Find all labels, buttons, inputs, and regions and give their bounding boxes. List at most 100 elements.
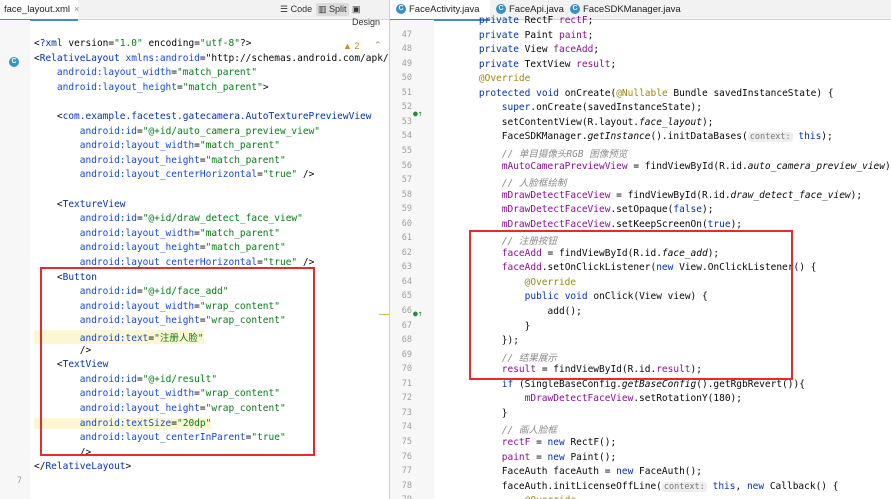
- line-number: 52: [401, 102, 412, 113]
- code-view-label: Code: [290, 4, 313, 14]
- code-view-button[interactable]: ☰ Code: [278, 3, 314, 16]
- line-number: 74: [401, 422, 412, 433]
- xml-code-line[interactable]: </RelativeLayout>: [34, 461, 131, 472]
- java-editor-pane: C FaceActivity.java C FaceApi.java C FaceSD…: [390, 0, 891, 499]
- java-code-line[interactable]: mAutoCameraPreviewView = findViewById(R.…: [456, 161, 891, 172]
- xml-code-line[interactable]: android:layout_height="match_parent": [34, 242, 286, 253]
- line-number: 70: [401, 364, 412, 375]
- xml-code-line[interactable]: android:layout_width="match_parent": [34, 228, 280, 239]
- scroll-marker: [379, 314, 389, 315]
- line-number: 66: [401, 306, 412, 316]
- java-code-line[interactable]: // 单目摄像头RGB 图像预览: [456, 146, 628, 160]
- xml-editor-tabbar: face_layout.xml × ☰ Code ▥ Split ▣ Design: [0, 0, 389, 27]
- xml-line-gutter: C 7: [0, 20, 30, 499]
- xml-code-line[interactable]: <RelativeLayout xmlns:android="http://sc…: [34, 53, 389, 64]
- design-view-icon: ▣: [352, 4, 361, 14]
- line-number: 71: [401, 378, 412, 389]
- java-code-line[interactable]: rectF = new RectF();: [456, 437, 616, 448]
- java-code-line[interactable]: private RectF rectF;: [456, 15, 593, 26]
- line-number: 72: [401, 393, 412, 404]
- tab-label: FaceApi.java: [509, 4, 564, 15]
- tab-label: face_layout.xml: [4, 4, 71, 15]
- line-number: 69: [401, 349, 412, 360]
- java-class-icon: C: [570, 4, 580, 15]
- xml-code-line[interactable]: android:layout_width="match_parent": [34, 67, 257, 78]
- line-number: 59: [401, 204, 412, 215]
- xml-code-line[interactable]: <?xml version="1.0" encoding="utf-8"?>: [34, 38, 251, 49]
- override-gutter-icon[interactable]: ●↑: [413, 109, 423, 118]
- highlight-box-button-textview: [40, 267, 315, 456]
- line-number: 73: [401, 407, 412, 418]
- java-code-line[interactable]: @Override: [456, 73, 530, 84]
- java-class-icon: C: [496, 4, 506, 15]
- java-code-line[interactable]: FaceSDKManager.getInstance().initDataBas…: [456, 131, 833, 143]
- split-view-button[interactable]: ▥ Split: [316, 3, 349, 16]
- java-code-line[interactable]: mDrawDetectFaceView.setRotationY(180);: [456, 393, 742, 404]
- line-number: 76: [401, 451, 412, 462]
- class-marker-icon[interactable]: C: [9, 57, 19, 67]
- close-icon[interactable]: ×: [74, 4, 79, 14]
- java-code-line[interactable]: mDrawDetectFaceView.setOpaque(false);: [456, 204, 714, 215]
- xml-code-line[interactable]: <TextureView: [34, 199, 126, 210]
- java-line-gutter: ●↑ ●↑ 47 48 49 50 51 52 53 54 55 56 57 58 59 60 61 62 63…: [390, 20, 434, 499]
- chevron-up-icon[interactable]: ⌃: [374, 40, 382, 51]
- line-number: 64: [401, 276, 412, 287]
- code-view-icon: ☰: [280, 4, 289, 14]
- line-number: 51: [401, 87, 412, 98]
- java-code-line[interactable]: }: [456, 408, 508, 419]
- java-code-line[interactable]: protected void onCreate(@Nullable Bundle…: [456, 88, 834, 99]
- java-code-line[interactable]: mDrawDetectFaceView = findViewById(R.id.…: [456, 190, 862, 201]
- java-code-line[interactable]: private TextView result;: [456, 59, 616, 70]
- line-number: 62: [401, 247, 412, 258]
- line-number: 78: [401, 480, 412, 491]
- line-number: 55: [401, 145, 412, 156]
- xml-code-line[interactable]: android:layout_height="match_parent">: [34, 82, 269, 93]
- xml-code-line[interactable]: android:layout_width="match_parent": [34, 140, 280, 151]
- xml-editor-pane: face_layout.xml × ☰ Code ▥ Split ▣ Design…: [0, 0, 390, 499]
- java-code-line[interactable]: setContentView(R.layout.face_layout);: [456, 117, 714, 128]
- xml-code-line[interactable]: <com.example.facetest.gatecamera.AutoTex…: [34, 111, 372, 122]
- design-view-label: Design: [352, 17, 381, 27]
- line-number: 7: [16, 476, 22, 486]
- line-number: 61: [401, 233, 412, 244]
- split-view-icon: ▥: [318, 4, 327, 14]
- java-code-line[interactable]: faceAuth.initLicenseOffLine(context: thi…: [456, 481, 838, 492]
- tab-label: FaceSDKManager.java: [583, 4, 681, 15]
- line-number: 48: [401, 44, 412, 55]
- tab-face-layout-xml[interactable]: face_layout.xml ×: [0, 0, 79, 21]
- java-code-line[interactable]: private Paint paint;: [456, 30, 593, 41]
- tab-label: FaceActivity.java: [409, 4, 480, 15]
- line-number: 60: [401, 218, 412, 229]
- line-number: 67: [401, 320, 412, 331]
- xml-code-line[interactable]: android:layout_centerHorizontal="true" /…: [34, 169, 315, 180]
- line-number: 53: [401, 116, 412, 127]
- java-code-line[interactable]: // 画人脸框: [456, 422, 557, 436]
- line-number: 56: [401, 160, 412, 171]
- line-number: 79: [390, 495, 412, 499]
- java-code-line[interactable]: private View faceAdd;: [456, 44, 599, 55]
- java-code-line[interactable]: mDrawDetectFaceView.setKeepScreenOn(true…: [456, 219, 742, 230]
- xml-code-line[interactable]: android:id="@+id/auto_camera_preview_vie…: [34, 126, 320, 137]
- line-number: 57: [401, 175, 412, 186]
- design-view-button[interactable]: ▣ Design: [350, 3, 389, 27]
- line-number: 65: [401, 291, 412, 302]
- line-number: 77: [401, 466, 412, 477]
- xml-code-line[interactable]: android:layout_height="match_parent": [34, 155, 286, 166]
- java-code-line[interactable]: FaceAuth faceAuth = new FaceAuth();: [456, 466, 702, 477]
- java-code-line[interactable]: // 人脸框绘制: [456, 175, 567, 189]
- line-number: 75: [401, 436, 412, 447]
- override-gutter-icon[interactable]: ●↑: [413, 309, 423, 318]
- line-number: 68: [401, 335, 412, 346]
- java-code-line[interactable]: paint = new Paint();: [456, 452, 616, 463]
- java-code-line[interactable]: @Override: [456, 495, 576, 499]
- line-number: 58: [401, 189, 412, 200]
- line-number: 50: [401, 73, 412, 84]
- warning-count-badge[interactable]: ▲ 2: [343, 41, 359, 51]
- line-number: 49: [401, 58, 412, 69]
- line-number: 47: [401, 29, 412, 40]
- highlight-box-face-add-listener: [469, 230, 793, 380]
- java-class-icon: C: [396, 4, 406, 15]
- java-code-line[interactable]: super.onCreate(savedInstanceState);: [456, 102, 702, 113]
- java-code-line[interactable]: if (SingleBaseConfig.getBaseConfig().get…: [456, 379, 805, 390]
- xml-code-line[interactable]: android:id="@+id/draw_detect_face_view": [34, 213, 303, 224]
